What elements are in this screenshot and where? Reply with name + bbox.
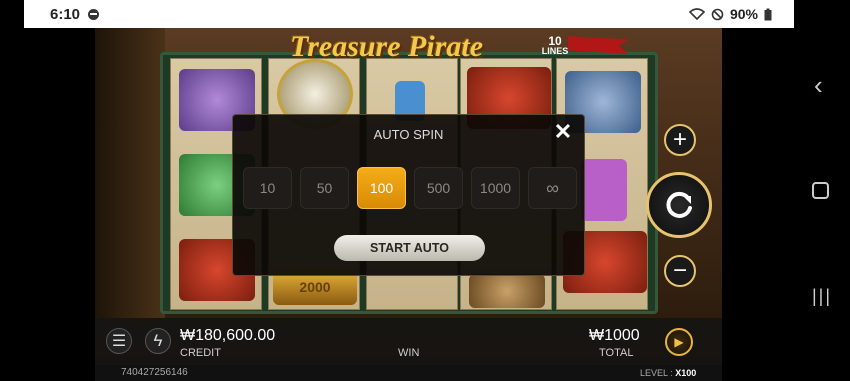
menu-icon[interactable]: ☰ [106,328,132,354]
option-500[interactable]: 500 [414,167,463,209]
do-not-disturb-icon [88,8,100,20]
option-1000[interactable]: 1000 [471,167,520,209]
level-info: LEVEL : X100 [640,368,696,378]
dialog-title: AUTO SPIN [373,127,444,142]
wifi-icon [688,8,705,20]
footer [95,365,722,381]
lightning-icon[interactable]: ϟ [145,328,171,354]
increase-bet-button[interactable]: + [664,124,696,156]
lines-number: 10 [548,34,562,48]
lines-label: LINES [541,46,569,56]
game-title: Treasure Pirate [290,30,484,63]
back-icon[interactable]: ‹ [814,70,823,101]
status-time: 6:10 [50,5,81,23]
auto-play-icon[interactable]: ▶ [665,328,693,356]
decrease-bet-button[interactable]: − [664,255,696,287]
status-bar: 6:10 90% [24,0,794,28]
battery-percent: 90% [729,6,758,22]
option-infinity[interactable]: ∞ [528,167,577,209]
credit-value: ₩180,600.00 [180,327,276,344]
level-value: X100 [675,368,697,378]
barrel-symbol [469,274,545,308]
auto-spin-dialog: AUTO SPIN ✕ 10 50 100 500 1000 ∞ START A… [232,114,585,276]
left-decoration [95,28,165,318]
total-value: ₩1000 [589,327,640,344]
spin-button[interactable] [646,172,712,238]
no-signal-icon [711,8,724,20]
recents-icon[interactable]: ||| [812,286,832,307]
home-icon[interactable] [812,182,829,199]
credit-label: CREDIT [180,347,221,359]
account-id: 740427256146 [121,367,188,378]
option-10[interactable]: 10 [243,167,292,209]
win-label: WIN [398,347,420,359]
level-label: LEVEL : [640,368,673,378]
battery-icon [764,8,772,20]
option-50[interactable]: 50 [300,167,349,209]
gold-symbol-value: 2000 [299,279,331,295]
lines-badge: 10 LINES [538,34,572,56]
option-100[interactable]: 100 [357,167,406,209]
refresh-icon [666,191,692,218]
letter-k-symbol [581,159,627,221]
start-auto-button[interactable]: START AUTO [334,235,485,261]
total-label: TOTAL [599,347,634,359]
close-icon[interactable]: ✕ [552,121,574,143]
